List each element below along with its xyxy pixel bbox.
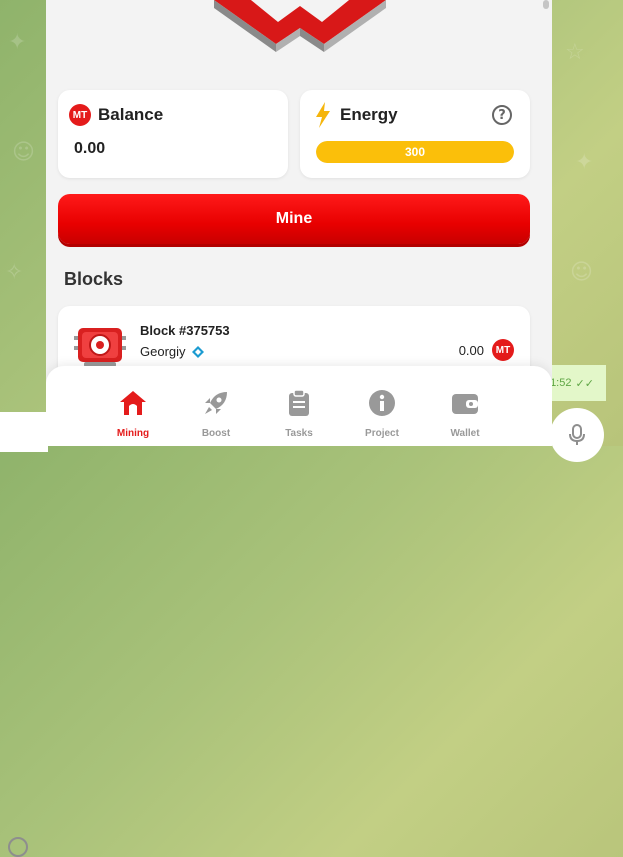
rocket-icon <box>205 392 227 414</box>
nav-item-tasks[interactable]: Tasks <box>269 388 329 439</box>
nav-label: Tasks <box>285 428 313 439</box>
bottom-navigation: Mining Boost Tasks Project Wallet <box>46 366 552 446</box>
wallet-icon <box>452 394 478 414</box>
block-miner-name: Georgiy <box>140 344 186 359</box>
background-doodle: ✧ <box>5 260 24 285</box>
microphone-button[interactable] <box>550 408 604 462</box>
chat-input-bar[interactable] <box>0 412 48 857</box>
background-doodle: ☆ <box>565 40 585 65</box>
hero-logo-image <box>214 0 386 52</box>
energy-progress-bar: 300 <box>316 141 514 163</box>
balance-card: MT Balance 0.00 <box>58 90 288 178</box>
balance-title: Balance <box>98 105 164 124</box>
balance-value: 0.00 <box>74 140 106 157</box>
nav-item-wallet[interactable]: Wallet <box>435 388 495 439</box>
question-circle-icon[interactable]: ? <box>492 105 512 125</box>
background-doodle: ☺ <box>570 260 593 285</box>
home-icon <box>120 391 146 415</box>
nav-label: Mining <box>116 428 150 439</box>
background-doodle: ✦ <box>575 150 594 175</box>
emoji-icon[interactable] <box>8 837 28 857</box>
block-number: Block #375753 <box>140 323 230 338</box>
energy-title: Energy <box>340 105 398 124</box>
lightning-bolt-icon <box>316 102 330 128</box>
block-miner: Georgiy <box>140 344 204 359</box>
mini-app-panel: MT Balance 0.00 Energy ? 300 Mine Blocks… <box>46 0 552 446</box>
double-check-icon: ✓✓ <box>575 377 594 390</box>
nav-item-project[interactable]: Project <box>352 388 412 439</box>
block-chip-image <box>74 328 126 367</box>
nav-item-mining[interactable]: Mining <box>103 388 163 439</box>
block-reward: 0.00 MT <box>459 339 514 361</box>
nav-item-boost[interactable]: Boost <box>186 388 246 439</box>
blocks-section-title: Blocks <box>64 269 124 289</box>
block-reward-value: 0.00 <box>458 342 484 358</box>
background-doodle: ✦ <box>8 30 27 55</box>
mt-coin-icon: MT <box>492 339 514 361</box>
nav-label: Project <box>365 428 399 439</box>
background-doodle: ☺ <box>12 140 35 165</box>
scrollbar[interactable] <box>543 0 549 9</box>
clipboard-icon <box>289 389 309 416</box>
nav-label: Wallet <box>450 428 480 439</box>
energy-value: 300 <box>404 145 426 159</box>
nav-label: Boost <box>201 428 231 439</box>
message-time: 1:52 <box>550 377 572 389</box>
mt-coin-icon: MT <box>69 104 91 126</box>
info-icon <box>369 390 395 416</box>
microphone-icon <box>569 424 585 445</box>
diamond-icon <box>191 345 204 358</box>
mine-button[interactable]: Mine <box>58 194 530 244</box>
energy-card: Energy ? 300 <box>300 90 530 178</box>
